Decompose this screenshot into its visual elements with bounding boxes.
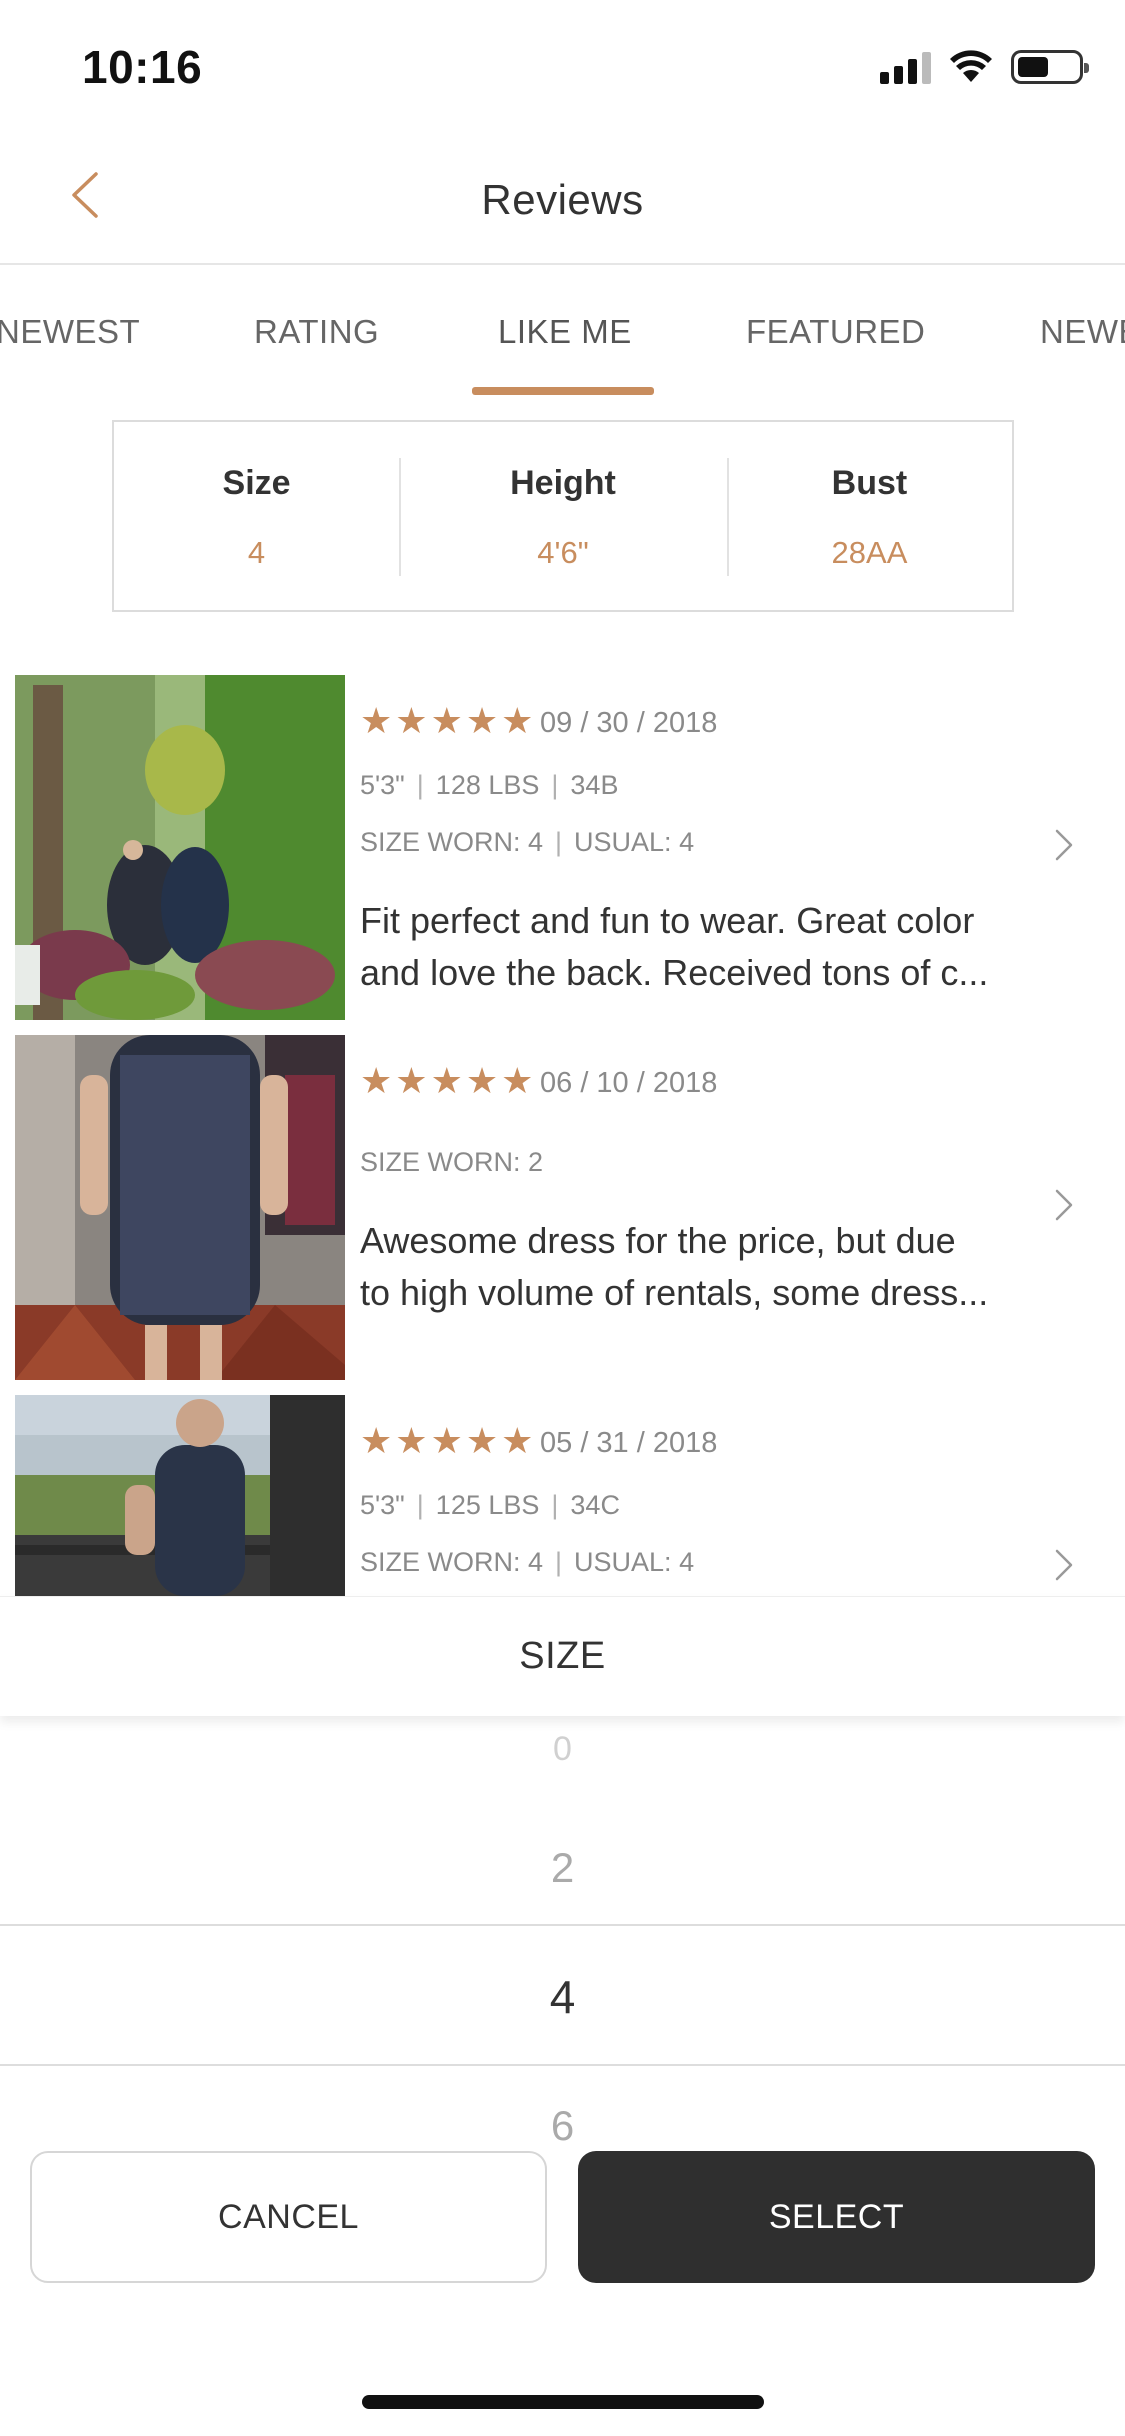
- wifi-icon: [950, 50, 992, 82]
- reviewer-stats: 5'3" | 125 LBS | 34C: [360, 1490, 620, 1520]
- review-sizing: SIZE WORN: 2: [360, 1147, 543, 1178]
- review-item[interactable]: ★ ★ ★ ★ ★ 05 / 31 / 2018 5'3" | 125 LBS | 34C SI…: [0, 1395, 1125, 1596]
- status-icons: [880, 50, 1089, 84]
- review-item[interactable]: ★ ★ ★ ★ ★ 06 / 10 / 2018 SIZE WORN: 2 Awesom…: [0, 1035, 1125, 1380]
- reviewer-stats: 5'3" | 128 LBS | 34B: [360, 770, 619, 800]
- star-icon: ★: [465, 1060, 499, 1101]
- star-icon: ★: [465, 1420, 499, 1461]
- picker-actions: CANCEL SELECT: [0, 2151, 1125, 2436]
- picker-option[interactable]: 0: [0, 1736, 1125, 1766]
- star-icon: ★: [501, 700, 534, 741]
- star-rating: ★ ★ ★ ★ ★: [360, 1423, 533, 1459]
- picker-option[interactable]: 2: [0, 1844, 1125, 1892]
- star-rating: ★ ★ ★ ★ ★: [360, 1063, 533, 1099]
- like-me-filter: Size 4 Height 4'6" Bust 28AA: [112, 420, 1014, 612]
- review-text: Awesome dress for the price, but due to …: [360, 1220, 989, 1313]
- tab-like-me[interactable]: LIKE ME: [498, 313, 632, 351]
- filter-bust[interactable]: Bust 28AA: [726, 422, 1012, 610]
- review-sizing: SIZE WORN: 4 | USUAL: 4: [360, 1547, 695, 1577]
- star-icon: ★: [360, 700, 393, 741]
- review-content: ★ ★ ★ ★ ★ 06 / 10 / 2018 SIZE WORN: 2 Awesom…: [360, 1035, 1125, 1380]
- usual-size: USUAL: 4: [574, 827, 695, 857]
- size-worn: SIZE WORN: 2: [360, 1147, 544, 1177]
- review-text: Fit perfect and fun to wear. Great color…: [360, 900, 989, 993]
- star-icon: ★: [430, 1060, 463, 1101]
- star-icon: ★: [465, 700, 499, 741]
- star-icon: ★: [430, 700, 463, 741]
- star-icon: ★: [360, 1060, 393, 1101]
- filter-height-value: 4'6": [537, 535, 589, 570]
- filter-height-label: Height: [510, 464, 616, 502]
- review-content: ★ ★ ★ ★ ★ 09 / 30 / 2018 5'3" | 128 LBS | 34B SI…: [360, 675, 1125, 1020]
- tab-featured[interactable]: FEATURED: [746, 313, 925, 351]
- status-bar: 10:16: [0, 0, 1125, 130]
- reviewer-weight: 125 LBS: [435, 1490, 540, 1520]
- picker-option-selected[interactable]: 4: [0, 1970, 1125, 2024]
- home-indicator[interactable]: [362, 2395, 764, 2409]
- review-photo[interactable]: [15, 675, 345, 1020]
- filter-bust-value: 28AA: [831, 535, 908, 570]
- reviewer-height: 5'3": [360, 1490, 405, 1520]
- review-content: ★ ★ ★ ★ ★ 05 / 31 / 2018 5'3" | 125 LBS | 34C SI…: [360, 1395, 1125, 1596]
- chevron-right-icon[interactable]: [1051, 1545, 1077, 1585]
- review-date: 05 / 31 / 2018: [540, 1427, 718, 1459]
- review-date: 06 / 10 / 2018: [540, 1067, 718, 1099]
- tab-rating[interactable]: RATING: [254, 313, 379, 351]
- reviewer-weight: 128 LBS: [435, 770, 540, 800]
- size-picker-header: SIZE: [0, 1596, 1125, 1716]
- review-photo[interactable]: [15, 1395, 345, 1596]
- star-icon: ★: [360, 1420, 393, 1461]
- battery-icon: [1011, 50, 1089, 84]
- size-picker-wheel[interactable]: 0 2 4 6: [0, 1716, 1125, 2151]
- review-sizing: SIZE WORN: 4 | USUAL: 4: [360, 827, 695, 857]
- cancel-button[interactable]: CANCEL: [30, 2151, 547, 2283]
- star-icon: ★: [501, 1060, 534, 1101]
- size-picker-title: SIZE: [519, 1635, 606, 1677]
- filter-size-label: Size: [222, 464, 291, 502]
- size-picker-sheet: SIZE 0 2 4 6 CANCEL SELECT: [0, 1596, 1125, 2436]
- filter-size-value: 4: [247, 535, 266, 570]
- picker-selection-top-line: [0, 1924, 1125, 1926]
- star-rating: ★ ★ ★ ★ ★: [360, 703, 533, 739]
- chevron-right-icon[interactable]: [1051, 825, 1077, 865]
- filter-height[interactable]: Height 4'6": [399, 422, 727, 610]
- star-icon: ★: [395, 1420, 428, 1461]
- star-icon: ★: [395, 1060, 428, 1101]
- tab-newest[interactable]: NEWEST: [0, 313, 140, 351]
- size-worn: SIZE WORN: 4: [360, 827, 544, 857]
- picker-option[interactable]: 6: [0, 2102, 1125, 2150]
- cellular-signal-icon: [880, 50, 931, 84]
- page-title: Reviews: [481, 176, 644, 223]
- size-worn: SIZE WORN: 4: [360, 1547, 544, 1577]
- star-icon: ★: [430, 1420, 463, 1461]
- picker-selection-bottom-line: [0, 2064, 1125, 2066]
- active-tab-indicator: [472, 387, 654, 395]
- filter-size[interactable]: Size 4: [114, 422, 399, 610]
- select-button[interactable]: SELECT: [578, 2151, 1095, 2283]
- review-photo[interactable]: [15, 1035, 345, 1380]
- filter-bust-label: Bust: [831, 464, 908, 502]
- nav-header: Reviews: [0, 130, 1125, 265]
- star-icon: ★: [501, 1420, 534, 1461]
- reviewer-bust: 34C: [570, 1490, 620, 1520]
- reviewer-bust: 34B: [570, 770, 619, 800]
- sort-tabs: NEWEST RATING LIKE ME FEATURED NEWEST: [0, 265, 1125, 395]
- review-item[interactable]: ★ ★ ★ ★ ★ 09 / 30 / 2018 5'3" | 128 LBS | 34B SI…: [0, 675, 1125, 1020]
- status-time: 10:16: [82, 41, 203, 93]
- review-date: 09 / 30 / 2018: [540, 707, 718, 739]
- tab-newest-repeat[interactable]: NEWEST: [1040, 313, 1125, 351]
- chevron-right-icon[interactable]: [1051, 1185, 1077, 1225]
- reviewer-height: 5'3": [360, 770, 405, 800]
- usual-size: USUAL: 4: [574, 1547, 695, 1577]
- star-icon: ★: [395, 700, 428, 741]
